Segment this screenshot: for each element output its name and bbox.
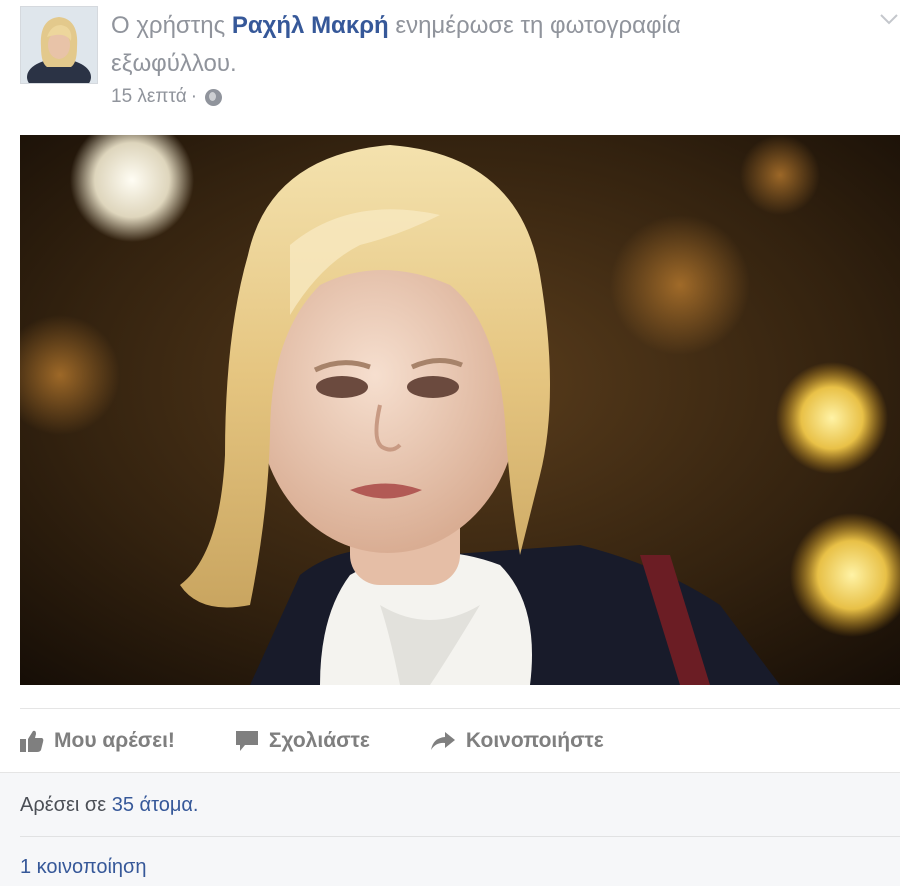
post-summary: Αρέσει σε 35 άτομα. 1 κοινοποίηση [0, 772, 900, 886]
meta-separator: · [190, 86, 198, 107]
likes-count-link[interactable]: 35 άτομα. [112, 794, 199, 816]
thumbs-up-icon [20, 730, 44, 752]
post-header: Ο χρήστης Ραχήλ Μακρή ενημέρωσε τη φωτογ… [20, 6, 900, 116]
shares-link[interactable]: 1 κοινοποίηση [20, 856, 147, 879]
likes-summary: Αρέσει σε 35 άτομα. [20, 794, 198, 817]
like-button[interactable]: Μου αρέσει! [20, 729, 175, 753]
globe-icon[interactable] [205, 88, 223, 106]
timestamp-link[interactable]: 15 λεπτά [111, 86, 187, 108]
share-label: Κοινοποιήστε [465, 729, 604, 752]
avatar[interactable] [20, 6, 98, 84]
share-arrow-icon [430, 732, 455, 750]
comment-label: Σχολιάστε [268, 729, 370, 752]
comment-icon [235, 731, 258, 751]
comment-button[interactable]: Σχολιάστε [235, 729, 370, 753]
cover-photo[interactable] [20, 135, 900, 685]
post-title: Ο χρήστης Ραχήλ Μακρή ενημέρωσε τη φωτογ… [111, 12, 681, 40]
share-button[interactable]: Κοινοποιήστε [430, 729, 604, 753]
title-action: ενημέρωσε τη φωτογραφία [388, 12, 681, 39]
post-meta: 15 λεπτά · [111, 86, 223, 108]
summary-divider [20, 836, 900, 837]
title-continuation: εξωφύλλου. [111, 50, 237, 77]
chevron-down-icon[interactable] [878, 8, 900, 30]
action-bar: Μου αρέσει! Σχολιάστε Κοινοποιήστε [20, 724, 664, 758]
author-link[interactable]: Ραχήλ Μακρή [232, 12, 389, 39]
divider [20, 708, 900, 709]
like-label: Μου αρέσει! [54, 729, 175, 752]
likes-prefix: Αρέσει σε [20, 794, 112, 816]
title-prefix: Ο χρήστης [111, 12, 232, 39]
